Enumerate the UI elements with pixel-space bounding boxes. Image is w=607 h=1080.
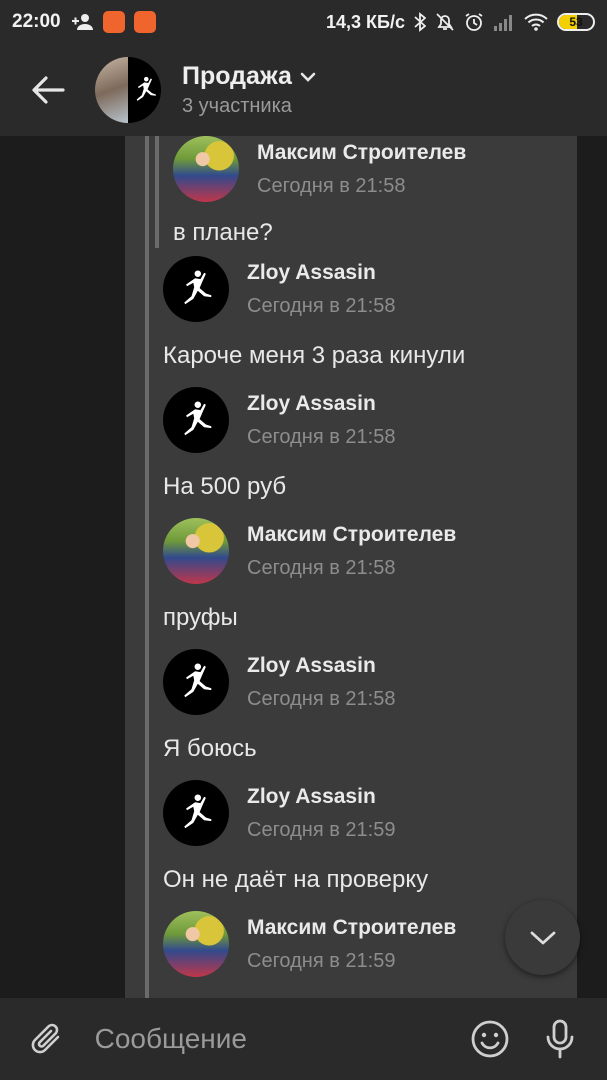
chat-info[interactable]: Продажа 3 участника — [182, 62, 316, 118]
message-time: Сегодня в 21:59 — [247, 818, 396, 841]
arrow-left-icon — [31, 76, 65, 104]
sender-name[interactable]: Максим Строителев — [257, 141, 466, 165]
attach-button[interactable] — [0, 998, 95, 1080]
avatar[interactable] — [163, 911, 229, 977]
chat-subtitle: 3 участника — [182, 95, 292, 117]
message-text: Я боюсь — [163, 735, 257, 762]
bluetooth-icon — [414, 12, 426, 32]
nested-forward-indicator-bar — [155, 136, 159, 248]
jumpman-icon — [136, 76, 156, 101]
message-header: Zloy Assasin Сегодня в 21:58 — [163, 649, 395, 715]
chevron-down-icon — [300, 72, 316, 82]
sender-name[interactable]: Zloy Assasin — [247, 654, 395, 678]
status-time: 22:00 — [12, 11, 61, 32]
chat-title: Продажа — [182, 62, 292, 90]
paperclip-icon — [31, 1023, 60, 1054]
message-text: На 500 руб — [163, 473, 287, 500]
message-text: в плане? — [173, 219, 273, 246]
network-speed: 14,3 КБ/с — [326, 11, 405, 32]
sender-name[interactable]: Zloy Assasin — [247, 392, 395, 416]
message-text: Он не даёт на проверку — [163, 866, 429, 893]
message-text: пруфы — [163, 604, 238, 631]
chevron-down-icon — [530, 931, 555, 944]
sender-name[interactable]: Zloy Assasin — [247, 785, 395, 809]
message-time: Сегодня в 21:58 — [257, 174, 406, 197]
signal-icon — [493, 13, 515, 31]
sender-name[interactable]: Максим Строителев — [247, 523, 456, 547]
message-header: Максим Строителев Сегодня в 21:58 — [173, 136, 466, 202]
smile-icon — [472, 1020, 509, 1058]
battery-percent: 53 — [569, 15, 583, 29]
sender-name[interactable]: Zloy Assasin — [247, 261, 395, 285]
message-header: Zloy Assasin Сегодня в 21:58 — [163, 256, 395, 322]
chat-background-right — [577, 136, 607, 998]
jumpman-icon — [184, 663, 212, 698]
scroll-down-button[interactable] — [505, 900, 580, 975]
message-header: Zloy Assasin Сегодня в 21:58 — [163, 387, 395, 453]
forward-indicator-bar — [145, 136, 149, 998]
message-time: Сегодня в 21:58 — [247, 425, 396, 448]
chat-avatar[interactable] — [95, 57, 161, 123]
emoji-button[interactable] — [456, 998, 526, 1080]
sender-name[interactable]: Максим Строителев — [247, 916, 456, 940]
message-header: Максим Строителев Сегодня в 21:58 — [163, 518, 456, 584]
message-header: Максим Строителев Сегодня в 21:59 — [163, 911, 456, 977]
message-time: Сегодня в 21:58 — [247, 687, 396, 710]
notification-app-icon — [102, 11, 125, 33]
bell-off-icon — [435, 12, 455, 32]
avatar[interactable] — [163, 387, 229, 453]
alarm-icon — [464, 12, 484, 32]
chat-background — [0, 136, 125, 998]
message-input[interactable] — [94, 998, 456, 1080]
composer-bar — [0, 998, 607, 1080]
message-text: Кароче меня 3 раза кинули — [163, 342, 466, 369]
add-contact-icon — [70, 13, 94, 31]
message-time: Сегодня в 21:58 — [247, 294, 396, 317]
status-bar: 22:00 14,3 КБ/с 53 — [0, 0, 607, 44]
jumpman-icon — [184, 794, 212, 829]
message-time: Сегодня в 21:58 — [247, 556, 396, 579]
battery-indicator: 53 — [557, 13, 595, 31]
jumpman-icon — [184, 270, 212, 305]
message-time: Сегодня в 21:59 — [247, 949, 396, 972]
jumpman-icon — [184, 401, 212, 436]
avatar[interactable] — [173, 136, 239, 202]
microphone-icon — [546, 1019, 574, 1059]
message-header: Zloy Assasin Сегодня в 21:59 — [163, 780, 395, 846]
back-button[interactable] — [0, 44, 95, 136]
wifi-icon — [524, 13, 548, 31]
avatar[interactable] — [163, 256, 229, 322]
avatar[interactable] — [163, 649, 229, 715]
chat-header: Продажа 3 участника — [0, 44, 607, 136]
avatar[interactable] — [163, 518, 229, 584]
voice-message-button[interactable] — [525, 998, 595, 1080]
notification-app-icon-2 — [133, 11, 156, 33]
avatar[interactable] — [163, 780, 229, 846]
